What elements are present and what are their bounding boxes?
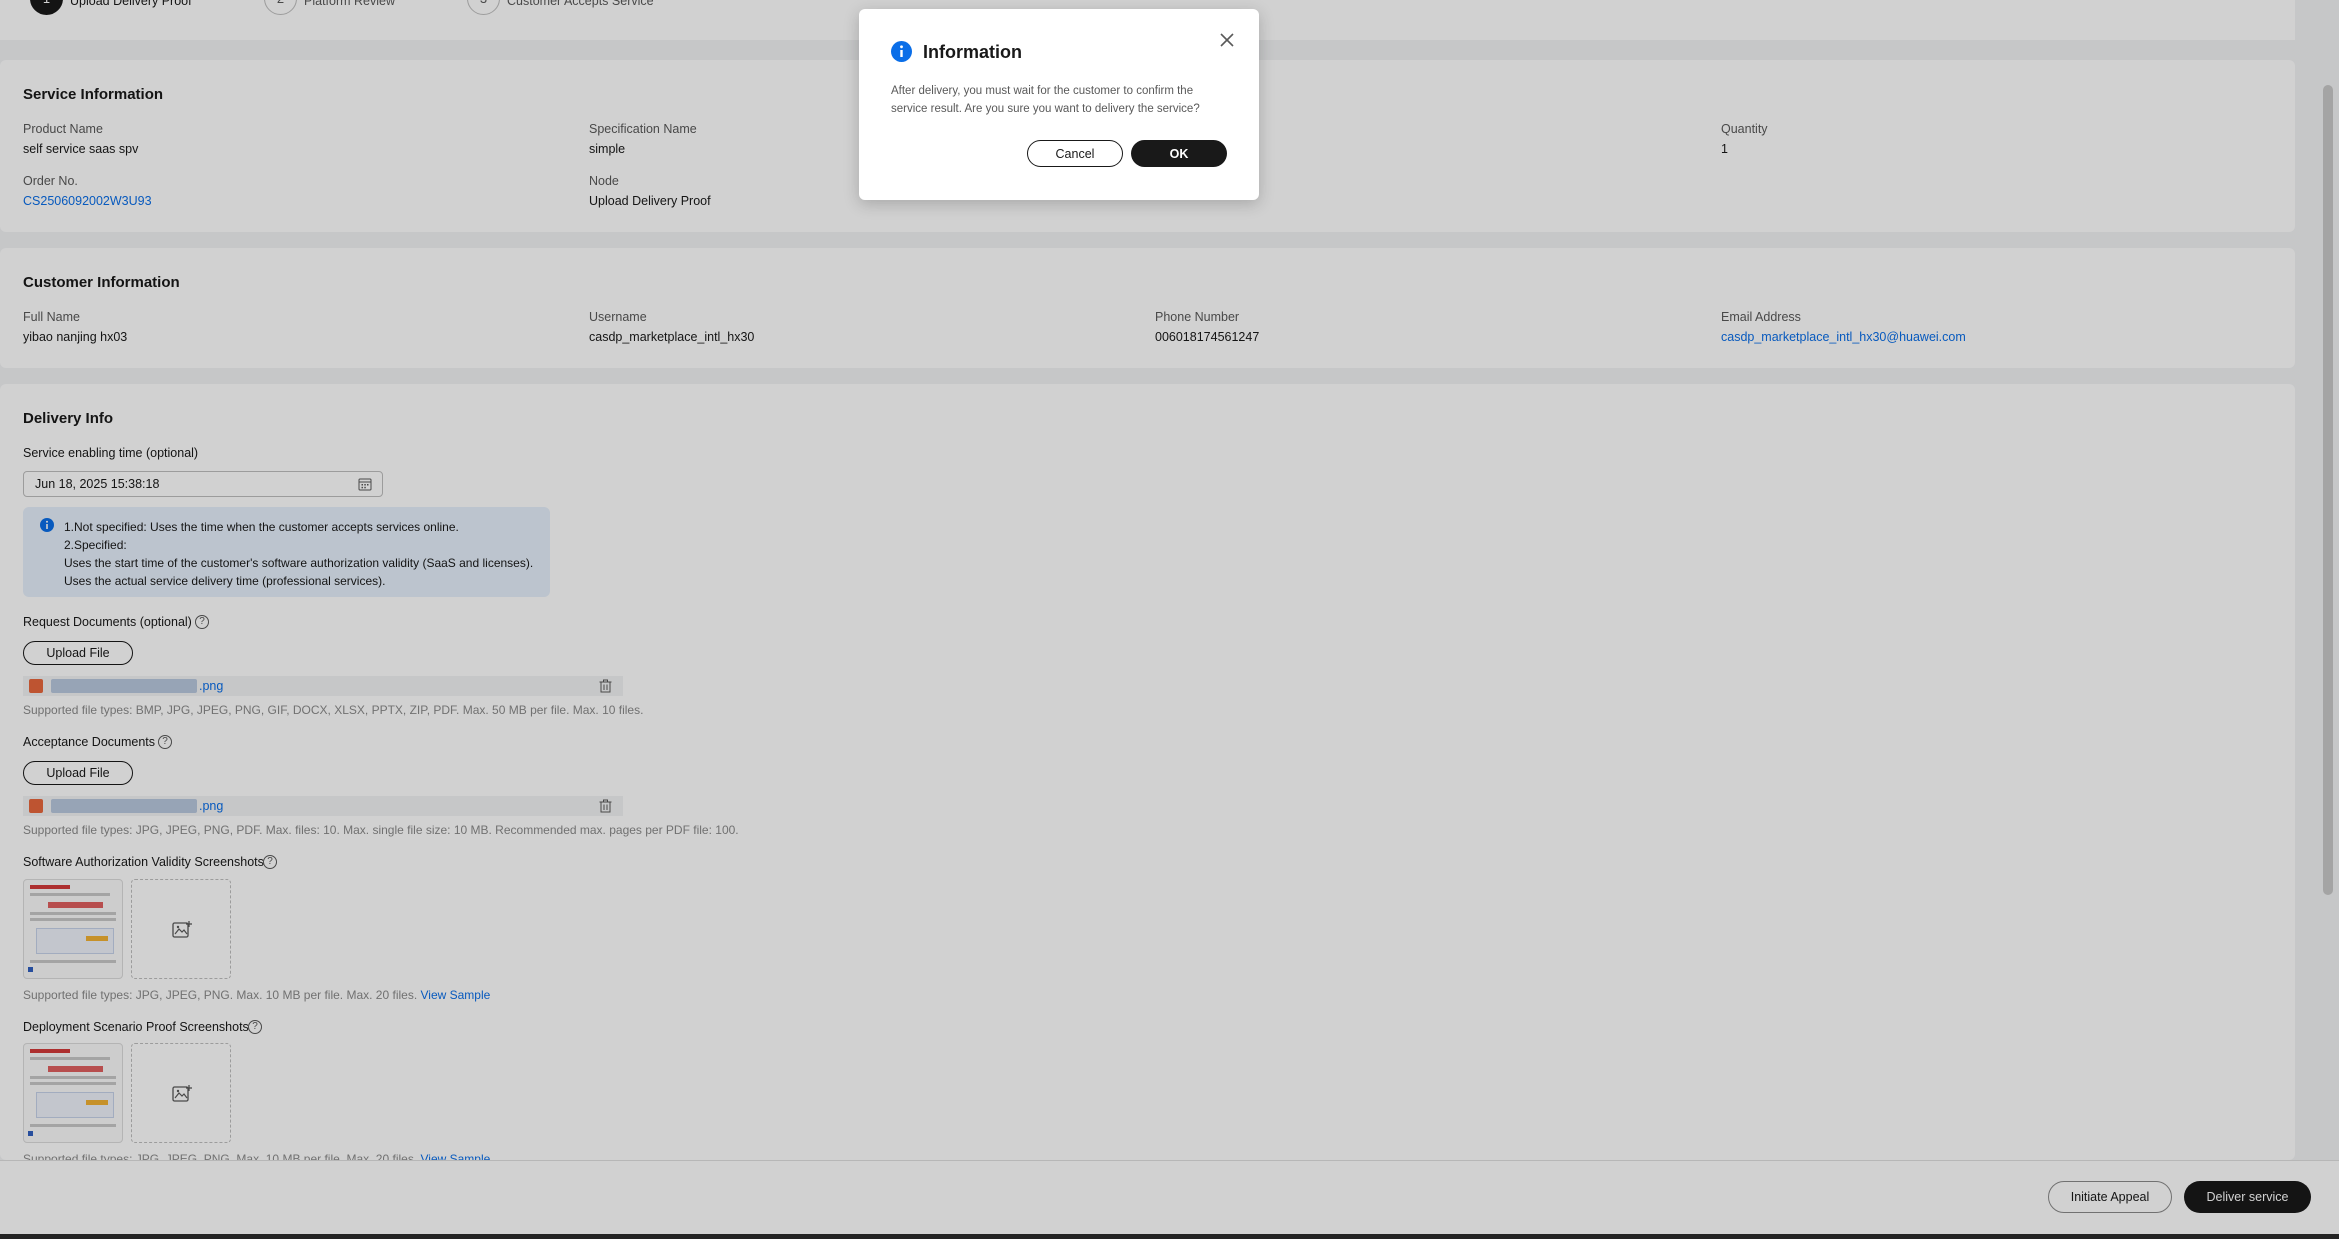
dialog-cancel-button[interactable]: Cancel	[1027, 140, 1123, 167]
info-icon	[891, 41, 912, 62]
dialog-ok-button[interactable]: OK	[1131, 140, 1227, 167]
close-icon[interactable]	[1219, 32, 1235, 48]
dialog-message-line: After delivery, you must wait for the cu…	[891, 85, 1194, 97]
confirm-dialog: Information After delivery, you must wai…	[859, 9, 1259, 200]
dialog-message-line: service result. Are you sure you want to…	[891, 103, 1200, 115]
dialog-message: After delivery, you must wait for the cu…	[891, 82, 1236, 118]
dialog-title: Information	[923, 42, 1022, 62]
